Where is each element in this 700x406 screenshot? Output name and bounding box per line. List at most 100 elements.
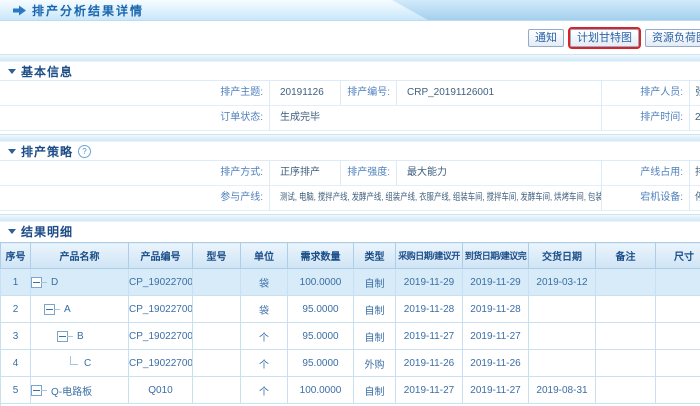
section-separator <box>0 214 700 222</box>
field-value-topic: 20191126 <box>270 81 341 106</box>
tree-leaf-connector <box>70 356 78 365</box>
cell-model <box>193 296 241 323</box>
field-value-occupy: 排 <box>690 161 700 186</box>
cell-model <box>193 269 241 296</box>
strategy-form: 排产方式: 正序排产 排产强度: 最大能力 产线占用: 排 参与产线: 测试, … <box>0 160 700 211</box>
cell-code: CP_190227003 <box>129 296 193 323</box>
table-row[interactable]: 1 D CP_190227002 袋 100.0000 自制 2019-11-2… <box>1 269 700 296</box>
cell-arrival: 2019-11-27 <box>463 323 529 350</box>
col-header-qty: 需求数量 <box>288 243 354 269</box>
field-label-time: 排产时间: <box>602 106 690 131</box>
cell-unit: 袋 <box>241 269 288 296</box>
resource-load-button[interactable]: 资源负荷图 <box>645 29 700 47</box>
product-name: D <box>51 277 58 288</box>
cell-purchase: 2019-11-27 <box>396 323 463 350</box>
cell-remark <box>596 296 656 323</box>
product-name-cell: Q-电路板 <box>31 377 129 404</box>
product-name-cell: A <box>31 296 129 323</box>
cell-code: Q010 <box>129 377 193 404</box>
section-header-results[interactable]: 结果明细 <box>0 222 700 240</box>
field-label-topic: 排产主题: <box>0 81 270 106</box>
field-value-intensity: 最大能力 <box>397 161 602 186</box>
cell-type: 自制 <box>354 269 396 296</box>
table-row[interactable]: 3 B CP_190227004 个 95.0000 自制 2019-11-27 <box>1 323 700 350</box>
product-name: B <box>77 331 84 342</box>
tree-collapse-icon[interactable] <box>44 304 55 315</box>
product-name: Q-电路板 <box>51 383 92 398</box>
cell-remark <box>596 377 656 404</box>
cell-delivery: 2019-08-31 <box>529 377 596 404</box>
tree-collapse-icon[interactable] <box>57 331 68 342</box>
cell-arrival: 2019-11-26 <box>463 350 529 377</box>
cell-remark <box>596 350 656 377</box>
col-header-purchase: 采购日期/建议开 <box>396 243 463 269</box>
cell-arrival: 2019-11-29 <box>463 269 529 296</box>
tree-collapse-icon[interactable] <box>31 277 42 288</box>
cell-size <box>656 296 700 323</box>
cell-delivery <box>529 296 596 323</box>
basic-info-form: 排产主题: 20191126 排产编号: CRP_20191126001 排产人… <box>0 80 700 131</box>
cell-size <box>656 377 700 404</box>
cell-delivery <box>529 323 596 350</box>
plan-gantt-button[interactable]: 计划甘特图 <box>570 29 639 47</box>
cell-purchase: 2019-11-27 <box>396 377 463 404</box>
cell-remark <box>596 323 656 350</box>
cell-unit: 个 <box>241 377 288 404</box>
cell-no: 2 <box>1 296 31 323</box>
field-label-person: 排产人员: <box>602 81 690 106</box>
section-header-basic-info[interactable]: 基本信息 <box>0 62 700 80</box>
help-icon[interactable]: ? <box>78 145 91 158</box>
product-name-cell: B <box>31 323 129 350</box>
cell-type: 自制 <box>354 323 396 350</box>
field-value-lines: 测试, 电脑, 搅拌产线, 发酵产线, 组装产线, 衣服产线, 组装车间, 搅拌… <box>270 186 602 211</box>
page-title: 排产分析结果详情 <box>32 2 144 19</box>
notify-button[interactable]: 通知 <box>528 29 564 47</box>
cell-no: 1 <box>1 269 31 296</box>
cell-unit: 个 <box>241 350 288 377</box>
field-value-status: 生成完毕 <box>270 106 602 131</box>
col-header-no: 序号 <box>1 243 31 269</box>
section-header-strategy[interactable]: 排产策略 ? <box>0 142 700 160</box>
collapse-triangle-icon <box>8 229 16 234</box>
section-title: 结果明细 <box>21 223 73 240</box>
collapse-triangle-icon <box>8 149 16 154</box>
field-label-status: 订单状态: <box>0 106 270 131</box>
field-value-person: 张 <box>690 81 700 106</box>
tree-collapse-icon[interactable] <box>31 385 42 396</box>
table-row[interactable]: 4 C CP_190227005 个 95.0000 外购 2019-11-26 <box>1 350 700 377</box>
cell-no: 4 <box>1 350 31 377</box>
field-value-method: 正序排产 <box>270 161 341 186</box>
table-header-row: 序号 产品名称 产品编号 型号 单位 需求数量 类型 采购日期/建议开 到货日期… <box>1 243 700 269</box>
cell-model <box>193 323 241 350</box>
cell-arrival: 2019-11-28 <box>463 296 529 323</box>
cell-qty: 95.0000 <box>288 296 354 323</box>
section-title: 排产策略 <box>21 143 73 160</box>
section-separator <box>0 134 700 142</box>
cell-code: CP_190227005 <box>129 350 193 377</box>
cell-size <box>656 350 700 377</box>
col-header-unit: 单位 <box>241 243 288 269</box>
collapse-triangle-icon <box>8 69 16 74</box>
cell-size <box>656 323 700 350</box>
cell-arrival: 2019-11-27 <box>463 377 529 404</box>
table-row[interactable]: 5 Q-电路板 Q010 个 100.0000 自制 2019-11-27 <box>1 377 700 404</box>
cell-remark <box>596 269 656 296</box>
col-header-remark: 备注 <box>596 243 656 269</box>
field-value-time: 2 <box>690 106 700 131</box>
cell-unit: 袋 <box>241 296 288 323</box>
col-header-arrival: 到货日期/建议完 <box>463 243 529 269</box>
page: 排产分析结果详情 通知 计划甘特图 资源负荷图 基本信息 排产主题: 20191… <box>0 0 700 406</box>
field-label-occupy: 产线占用: <box>602 161 690 186</box>
field-value-number: CRP_20191126001 <box>397 81 602 106</box>
cell-qty: 95.0000 <box>288 350 354 377</box>
field-label-downequip: 宕机设备: <box>602 186 690 211</box>
cell-no: 3 <box>1 323 31 350</box>
cell-no: 5 <box>1 377 31 404</box>
cell-type: 自制 <box>354 377 396 404</box>
cell-unit: 个 <box>241 323 288 350</box>
cell-size <box>656 269 700 296</box>
results-table: 序号 产品名称 产品编号 型号 单位 需求数量 类型 采购日期/建议开 到货日期… <box>0 242 700 406</box>
cell-type: 外购 <box>354 350 396 377</box>
product-name-cell: C <box>31 350 129 377</box>
table-row[interactable]: 2 A CP_190227003 袋 95.0000 自制 2019-11-28 <box>1 296 700 323</box>
